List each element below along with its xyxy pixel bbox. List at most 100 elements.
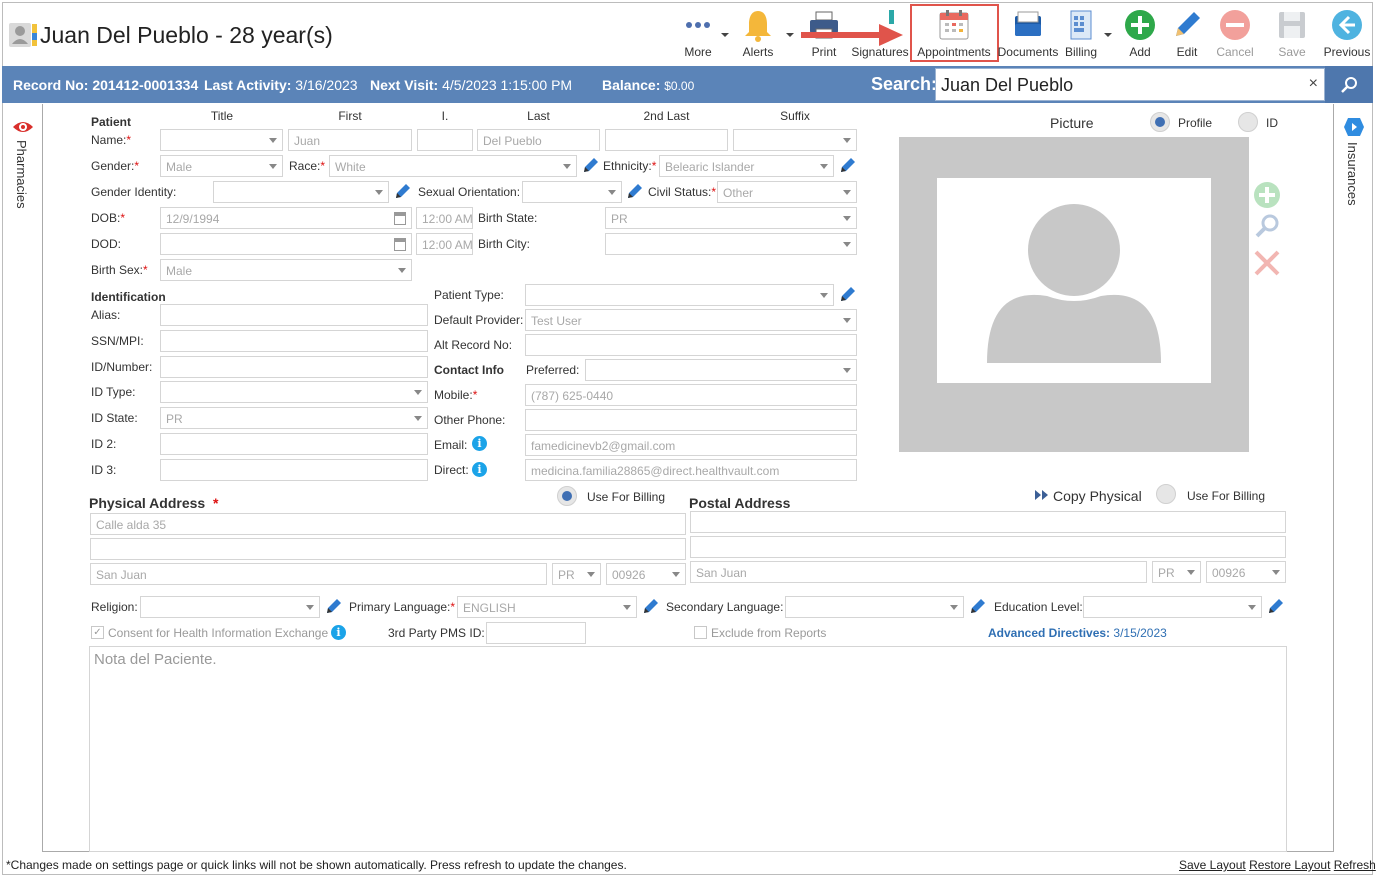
religion-select[interactable] xyxy=(140,596,320,618)
physical-line1-input[interactable]: Calle alda 35 xyxy=(90,513,686,535)
chevron-down-icon[interactable] xyxy=(720,31,730,39)
physical-line2-input[interactable] xyxy=(90,538,686,560)
birth-city-select[interactable] xyxy=(605,233,857,255)
title-select[interactable] xyxy=(160,129,283,151)
clear-search-button[interactable]: × xyxy=(1309,75,1318,93)
dod-time-input[interactable]: 12:00 AM xyxy=(416,233,473,255)
add-button[interactable]: Add xyxy=(1120,6,1160,62)
gender-select[interactable]: Male xyxy=(160,155,283,177)
postal-line2-input[interactable] xyxy=(690,536,1286,558)
education-level-select[interactable] xyxy=(1083,596,1262,618)
pms-id-input[interactable] xyxy=(486,622,586,644)
alerts-button[interactable]: Alerts xyxy=(736,6,780,62)
id-picture-radio[interactable] xyxy=(1238,112,1258,132)
email-input[interactable]: famedicinevb2@gmail.com xyxy=(525,434,857,456)
suffix-select[interactable] xyxy=(733,129,857,151)
civil-status-select[interactable]: Other xyxy=(717,181,857,203)
alias-input[interactable] xyxy=(160,304,428,326)
birth-state-select[interactable]: PR xyxy=(605,207,857,229)
billing-button[interactable]: Billing xyxy=(1060,6,1102,62)
search-button[interactable] xyxy=(1325,66,1373,103)
dod-date-input[interactable] xyxy=(160,233,412,255)
ethnicity-select[interactable]: Belearic Islander xyxy=(659,155,834,177)
chevron-down-icon[interactable] xyxy=(785,31,795,39)
dob-date-input[interactable]: 12/9/1994 xyxy=(160,207,412,229)
id3-input[interactable] xyxy=(160,459,428,481)
previous-button[interactable]: Previous xyxy=(1320,6,1374,62)
alt-record-input[interactable] xyxy=(525,334,857,356)
direct-input[interactable]: medicina.familia28865@direct.healthvault… xyxy=(525,459,857,481)
save-button[interactable]: Save xyxy=(1271,6,1313,62)
race-label: Race:* xyxy=(289,159,326,173)
mobile-label: Mobile:* xyxy=(434,388,478,402)
info-icon[interactable]: i xyxy=(331,625,346,640)
other-phone-input[interactable] xyxy=(525,409,857,431)
pencil-icon[interactable] xyxy=(1267,597,1285,615)
physical-zip-select[interactable]: 00926 xyxy=(606,563,686,585)
primary-language-select[interactable]: ENGLISH xyxy=(457,596,637,618)
patient-note-textarea[interactable]: Nota del Paciente. xyxy=(89,646,1287,852)
sexual-orientation-select[interactable] xyxy=(522,181,622,203)
first-name-input[interactable]: Juan xyxy=(288,129,412,151)
advanced-directives-link[interactable]: Advanced Directives: 3/15/2023 xyxy=(988,626,1167,640)
pencil-icon[interactable] xyxy=(642,597,660,615)
postal-use-billing-radio[interactable] xyxy=(1156,484,1176,504)
exclude-reports-checkbox[interactable] xyxy=(694,626,707,639)
info-icon[interactable]: i xyxy=(472,436,487,451)
pencil-icon[interactable] xyxy=(626,182,644,200)
preferred-select[interactable] xyxy=(585,359,857,381)
add-picture-icon[interactable] xyxy=(1253,181,1281,209)
more-button[interactable]: More xyxy=(676,6,720,62)
restore-layout-link[interactable]: Restore Layout xyxy=(1249,858,1330,872)
copy-physical-link[interactable]: Copy Physical xyxy=(1053,488,1142,504)
physical-city-input[interactable]: San Juan xyxy=(90,563,547,585)
save-layout-link[interactable]: Save Layout xyxy=(1179,858,1246,872)
chevron-down-icon[interactable] xyxy=(1103,31,1113,39)
refresh-link[interactable]: Refresh xyxy=(1334,858,1376,872)
double-arrow-right-icon[interactable] xyxy=(1034,489,1050,501)
ethnicity-label: Ethnicity:* xyxy=(603,159,657,173)
id-type-select[interactable] xyxy=(160,381,428,403)
birth-sex-select[interactable]: Male xyxy=(160,259,412,281)
consent-checkbox[interactable]: ✓ xyxy=(91,626,104,639)
id2-input[interactable] xyxy=(160,433,428,455)
zoom-picture-icon[interactable] xyxy=(1253,213,1281,241)
race-select[interactable]: White xyxy=(329,155,577,177)
physical-use-billing-radio[interactable] xyxy=(557,486,577,506)
postal-line1-input[interactable] xyxy=(690,511,1286,533)
second-last-name-input[interactable] xyxy=(605,129,728,151)
last-name-input[interactable]: Del Pueblo xyxy=(477,129,600,151)
id-state-select[interactable]: PR xyxy=(160,407,428,429)
search-input[interactable]: Juan Del Pueblo × xyxy=(935,68,1325,101)
pencil-icon[interactable] xyxy=(969,597,987,615)
pencil-icon[interactable] xyxy=(325,597,343,615)
ssn-input[interactable] xyxy=(160,330,428,352)
postal-city-input[interactable]: San Juan xyxy=(690,561,1147,583)
pencil-icon[interactable] xyxy=(839,285,857,303)
initial-input[interactable] xyxy=(417,129,473,151)
edit-button[interactable]: Edit xyxy=(1167,6,1207,62)
gender-identity-select[interactable] xyxy=(213,181,389,203)
physical-state-select[interactable]: PR xyxy=(552,563,601,585)
default-provider-select[interactable]: Test User xyxy=(525,309,857,331)
insurances-tab[interactable]: Insurances xyxy=(1334,104,1373,852)
pencil-icon[interactable] xyxy=(394,182,412,200)
info-icon[interactable]: i xyxy=(472,462,487,477)
pharmacies-tab[interactable]: Pharmacies xyxy=(2,104,42,852)
pencil-icon[interactable] xyxy=(582,156,600,174)
bell-icon xyxy=(745,11,771,42)
postal-use-billing-label: Use For Billing xyxy=(1187,489,1266,503)
secondary-language-select[interactable] xyxy=(785,596,964,618)
pencil-icon[interactable] xyxy=(839,156,857,174)
delete-picture-icon[interactable] xyxy=(1253,249,1281,277)
documents-label: Documents xyxy=(997,45,1059,59)
mobile-input[interactable]: (787) 625-0440 xyxy=(525,384,857,406)
postal-state-select[interactable]: PR xyxy=(1152,561,1201,583)
postal-zip-select[interactable]: 00926 xyxy=(1206,561,1286,583)
dob-time-input[interactable]: 12:00 AM xyxy=(416,207,473,229)
profile-radio[interactable] xyxy=(1150,112,1170,132)
cancel-button[interactable]: Cancel xyxy=(1213,6,1257,62)
patient-type-select[interactable] xyxy=(525,284,834,306)
id-number-input[interactable] xyxy=(160,356,428,378)
documents-button[interactable]: Documents xyxy=(997,6,1059,62)
